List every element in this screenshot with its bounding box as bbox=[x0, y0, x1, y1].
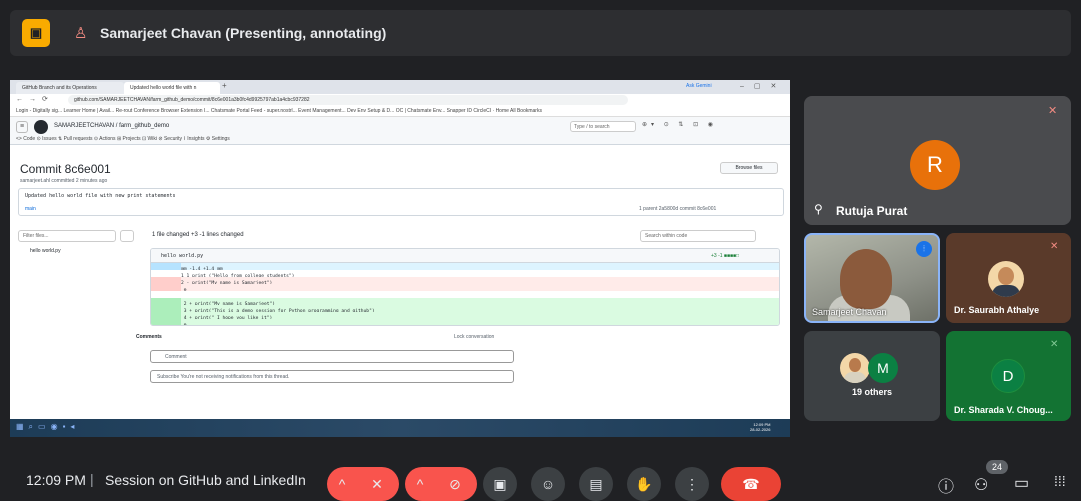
pin-icon[interactable]: ⚲ bbox=[814, 202, 823, 216]
mic-off-icon: ✕ bbox=[1048, 105, 1058, 117]
people-count-badge: 24 bbox=[986, 460, 1008, 474]
avatar: D bbox=[991, 359, 1025, 393]
github-search-input[interactable]: Type / to search bbox=[570, 121, 636, 132]
files-changed-summary: 1 file changed +3 -1 lines changed bbox=[152, 232, 244, 238]
separator: | bbox=[90, 471, 94, 487]
browser-tab-active[interactable]: Updated hello world file with n bbox=[124, 82, 220, 94]
diff-line: 3 + print("This is a demo session for Py… bbox=[151, 305, 779, 314]
diff-stat: +3 -1 ■■■■□ bbox=[711, 253, 740, 259]
meeting-title: Session on GitHub and LinkedIn bbox=[105, 472, 306, 488]
participant-name: Samarjeet Chavan bbox=[812, 307, 887, 317]
comment-input[interactable]: Comment bbox=[150, 350, 514, 363]
presenter-bar: ▣ ♙ Samarjeet Chavan (Presenting, annota… bbox=[10, 10, 1071, 56]
participant-tile-others[interactable]: M 19 others bbox=[804, 331, 940, 421]
subscribe-box[interactable]: Subscribe You're not receiving notificat… bbox=[150, 370, 514, 383]
diff-line: @@ -1,4 +1,4 @@ bbox=[151, 263, 779, 272]
presenter-title: Samarjeet Chavan (Presenting, annotating… bbox=[100, 25, 387, 41]
mic-off-icon[interactable]: ✕ bbox=[355, 467, 399, 501]
windows-taskbar: ▦⌕▭◉▪◂ 12:09 PM 28-02-2026 bbox=[10, 419, 790, 437]
filter-files-input[interactable]: Filter files... bbox=[18, 230, 116, 242]
diff-line: 2 + print("My name is Samarjeet") bbox=[151, 298, 779, 307]
diff-line-text: ⊖ bbox=[181, 323, 187, 326]
browser-nav-icon[interactable]: ←→⟳ bbox=[16, 95, 54, 103]
commit-author[interactable]: samarjeet.ahl committed 2 minutes ago bbox=[20, 178, 107, 184]
diff-view: hello world.py +3 -1 ■■■■□ @@ -1,4 +1,4 … bbox=[150, 248, 780, 326]
mic-off-icon: ✕ bbox=[1050, 339, 1059, 350]
participant-tile-sharada[interactable]: D ✕ Dr. Sharada V. Choug... bbox=[946, 331, 1071, 421]
taskbar-apps-icon[interactable]: ▦⌕▭◉▪◂ bbox=[16, 422, 79, 432]
camera-off-icon[interactable]: ⊘ bbox=[433, 467, 477, 501]
avatar: R bbox=[910, 140, 960, 190]
diff-line: ⊖ bbox=[151, 319, 779, 326]
diff-line: 4 + print(" I hope you like it") bbox=[151, 312, 779, 321]
commit-meta[interactable]: 1 parent 2a5800d commit 8c6e001 bbox=[639, 206, 716, 212]
github-header: ≡ SAMARJEETCHAVAN / farm_github_demo Typ… bbox=[10, 117, 790, 145]
window-controls-icon[interactable]: –▢✕ bbox=[740, 82, 786, 90]
apps-icon[interactable]: ⁞⁞⁞ bbox=[1054, 473, 1066, 489]
mic-options-chevron-icon[interactable]: ^ bbox=[327, 467, 357, 501]
raise-hand-icon[interactable]: ✋ bbox=[627, 467, 661, 501]
address-bar: ←→⟳ github.com/SAMARJEETCHAVAN/farm_gith… bbox=[10, 94, 790, 106]
call-end-icon[interactable]: ☎ bbox=[721, 467, 781, 501]
diff-line: ⊖ bbox=[151, 284, 779, 293]
diff-file-header[interactable]: hello world.py bbox=[151, 249, 779, 263]
avatar bbox=[840, 353, 870, 383]
diff-line: 1 1 print ("Hello from college students"… bbox=[151, 270, 779, 279]
participant-name: Dr. Sharada V. Choug... bbox=[954, 405, 1053, 415]
participant-tile-rutuja[interactable]: R ✕ ⚲ Rutuja Purat bbox=[804, 96, 1071, 225]
file-tree-item[interactable]: hello world.py bbox=[30, 248, 61, 254]
comments-label: Comments bbox=[136, 334, 162, 340]
more-vert-icon[interactable]: ⋮ bbox=[675, 467, 709, 501]
speaking-indicator-icon: ⦙ bbox=[916, 241, 932, 257]
avatar bbox=[988, 261, 1024, 297]
filter-options-icon[interactable] bbox=[120, 230, 134, 242]
new-tab-icon[interactable]: + bbox=[222, 81, 227, 90]
commit-title: Commit 8c6e001 bbox=[20, 162, 111, 176]
people-icon[interactable]: ⚇ bbox=[974, 475, 988, 495]
meeting-controls-bar: 12:09 PM | Session on GitHub and LinkedI… bbox=[0, 455, 1081, 501]
mic-off-icon: ✕ bbox=[1050, 241, 1059, 252]
github-logo-icon[interactable] bbox=[34, 120, 48, 134]
info-icon[interactable]: ⓘ bbox=[938, 473, 954, 497]
diff-line bbox=[151, 291, 779, 298]
diff-line: 2 - print("My name is Samarjeet") bbox=[151, 277, 779, 286]
commit-message: Updated hello world file with new print … bbox=[25, 193, 176, 199]
participant-tile-samarjeet[interactable]: ⦙ Samarjeet Chavan bbox=[804, 233, 940, 323]
captions-icon[interactable]: ▤ bbox=[579, 467, 613, 501]
browser-tab[interactable]: GitHub Branch and its Operations bbox=[16, 82, 124, 94]
participant-name: Dr. Saurabh Athalye bbox=[954, 305, 1040, 315]
url-field[interactable]: github.com/SAMARJEETCHAVAN/farm_github_d… bbox=[68, 95, 628, 105]
others-count: 19 others bbox=[851, 387, 893, 397]
browser-tabstrip: GitHub Branch and its Operations Updated… bbox=[10, 80, 790, 94]
participant-name: Rutuja Purat bbox=[836, 204, 908, 218]
ask-gemini-button[interactable]: Ask Gemini bbox=[686, 83, 712, 89]
repo-path[interactable]: SAMARJEETCHAVAN / farm_github_demo bbox=[54, 123, 169, 129]
browse-files-button[interactable]: Browse files bbox=[720, 162, 778, 174]
chat-icon[interactable]: ▭ bbox=[1014, 473, 1029, 493]
present-screen-icon[interactable]: ▣ bbox=[483, 467, 517, 501]
participant-tile-saurabh[interactable]: ✕ Dr. Saurabh Athalye bbox=[946, 233, 1071, 323]
commit-branch[interactable]: main bbox=[25, 206, 36, 212]
hamburger-menu-icon[interactable]: ≡ bbox=[16, 121, 28, 133]
search-within-code-input[interactable]: Search within code bbox=[640, 230, 756, 242]
presenter-indicator-icon: ♙ bbox=[74, 25, 88, 42]
camera-options-chevron-icon[interactable]: ^ bbox=[405, 467, 435, 501]
avatar: M bbox=[868, 353, 898, 383]
taskbar-clock: 12:09 PM 28-02-2026 bbox=[750, 422, 771, 432]
commit-message-box: Updated hello world file with new print … bbox=[18, 188, 784, 216]
emoji-icon[interactable]: ☺ bbox=[531, 467, 565, 501]
shared-screen: GitHub Branch and its Operations Updated… bbox=[10, 80, 790, 437]
bookmarks-bar[interactable]: Login - Digitally sig... Learner Home | … bbox=[10, 106, 790, 117]
repo-nav[interactable]: <> Code ⊙ Issues ⇅ Pull requests ⊙ Actio… bbox=[16, 136, 230, 142]
video-feed-face bbox=[840, 249, 892, 309]
github-toolbar-icon[interactable]: ⊕▾ ⊙ ⇅ ⊡ ◉ bbox=[642, 121, 717, 128]
meet-present-icon: ▣ bbox=[22, 19, 50, 47]
lock-conversation-button[interactable]: Lock conversation bbox=[454, 334, 494, 340]
meeting-clock: 12:09 PM bbox=[26, 472, 86, 488]
